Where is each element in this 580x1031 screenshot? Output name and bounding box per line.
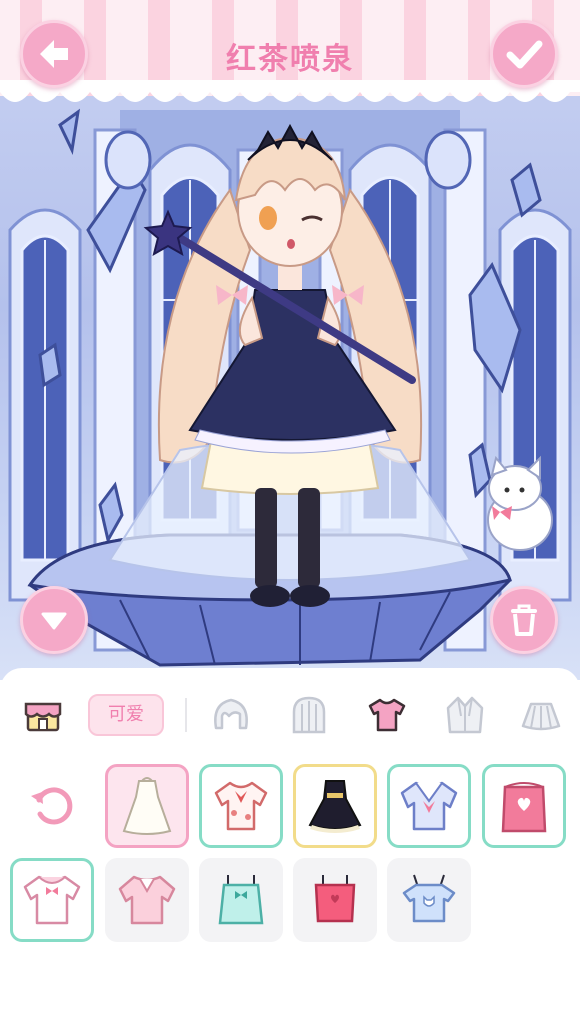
floral-blouse-icon (214, 781, 268, 831)
mint-camisole-icon (218, 875, 264, 925)
wardrobe-item-white-bow-tee[interactable] (10, 858, 94, 942)
shop-icon (24, 702, 62, 732)
red-tank-icon (314, 875, 356, 923)
wardrobe-item-black-dress[interactable] (293, 764, 377, 848)
jacket-icon (446, 696, 484, 734)
tab-skirts[interactable] (518, 692, 564, 738)
sailor-top-icon (400, 781, 458, 831)
hair-front-icon (214, 698, 248, 730)
wardrobe-item-sailor-top[interactable] (387, 764, 471, 848)
wardrobe-panel: 可爱 (0, 668, 580, 1031)
black-dress-icon (308, 780, 362, 833)
arrow-left-icon (40, 40, 68, 68)
tab-hair-front[interactable] (208, 692, 254, 738)
hair-back-icon (292, 696, 326, 734)
blue-cat-cami-icon (402, 874, 456, 923)
wardrobe-item-pink-heart-top[interactable] (482, 764, 566, 848)
shirt-icon (368, 698, 406, 732)
tab-outerwear[interactable] (442, 692, 488, 738)
wardrobe-item-white-gown[interactable] (105, 764, 189, 848)
skirt-icon (521, 702, 561, 731)
wardrobe-item-floral-blouse[interactable] (199, 764, 283, 848)
refresh-icon (31, 787, 73, 825)
wardrobe-item-mint-camisole[interactable] (199, 858, 283, 942)
tab-tops[interactable] (364, 692, 410, 738)
delete-button[interactable] (490, 586, 558, 654)
wardrobe-item-pink-polo[interactable] (105, 858, 189, 942)
checkmark-icon (506, 40, 543, 69)
wardrobe-item-blue-cat-cami[interactable] (387, 858, 471, 942)
white-bow-tee-icon (23, 875, 81, 925)
tab-hair-back[interactable] (286, 692, 332, 738)
category-tab-bar: 可爱 (0, 684, 580, 746)
trash-icon (511, 604, 537, 636)
pink-polo-icon (118, 875, 176, 925)
pink-heart-top-icon (501, 782, 547, 833)
tab-divider (185, 698, 187, 732)
wardrobe-item-red-tank[interactable] (293, 858, 377, 942)
shop-button[interactable] (20, 692, 66, 738)
collapse-panel-button[interactable] (20, 586, 88, 654)
white-gown-icon (122, 777, 172, 835)
triangle-down-icon (41, 612, 67, 630)
confirm-button[interactable] (490, 20, 558, 88)
dressup-scene: 红茶喷泉 (0, 0, 580, 680)
reset-outfit-button[interactable] (26, 778, 80, 832)
style-filter-button[interactable]: 可爱 (88, 694, 164, 736)
back-button[interactable] (20, 20, 88, 88)
